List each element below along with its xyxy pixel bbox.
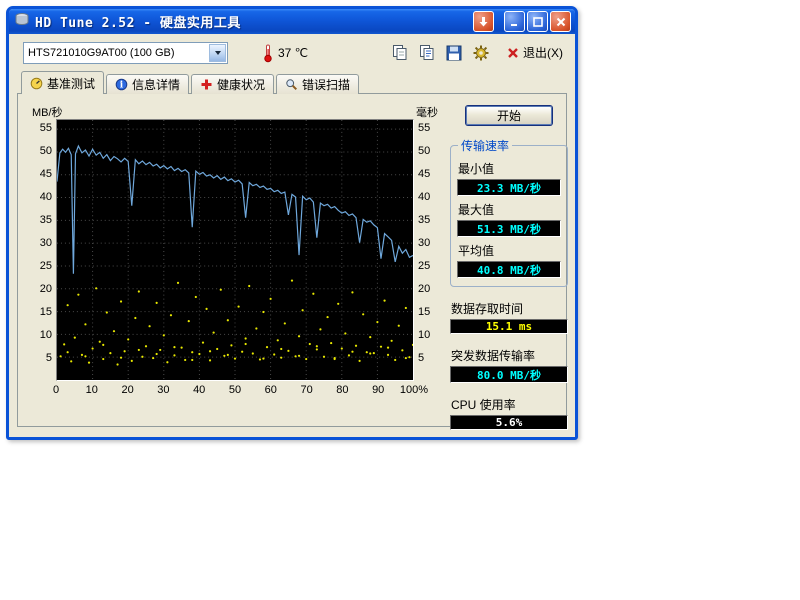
tab-error-scan[interactable]: 错误扫描 [276, 74, 359, 94]
burst-rate-label: 突发数据传输率 [451, 347, 568, 364]
y-right-axis-label: 毫秒 [416, 104, 438, 118]
temperature-value: 37 ℃ [278, 46, 308, 60]
min-label: 最小值 [458, 160, 561, 177]
minimize-icon [510, 17, 520, 27]
tab-info[interactable]: i 信息详情 [106, 74, 189, 94]
avg-label: 平均值 [458, 242, 561, 259]
tab-info-label: 信息详情 [132, 76, 180, 93]
window-title: HD Tune 2.52 - 硬盘实用工具 [35, 12, 471, 31]
close-icon [556, 17, 566, 27]
exit-button[interactable]: 退出(X) [507, 44, 563, 61]
save-screenshot-button[interactable] [442, 41, 466, 65]
maximize-button[interactable] [527, 11, 548, 32]
benchmark-chart: MB/秒 毫秒 510152025303540455055 5101520253… [30, 104, 440, 420]
temperature-indicator: 37 ℃ [262, 43, 308, 63]
gauge-icon [30, 77, 43, 90]
tab-benchmark[interactable]: 基准测试 [21, 71, 104, 94]
chart-plot-area [56, 119, 414, 381]
avg-value-box: 40.8 MB/秒 [457, 261, 561, 278]
drive-select-arrow-button[interactable] [209, 44, 226, 62]
tab-error-scan-label: 错误扫描 [302, 76, 350, 93]
maximize-icon [533, 17, 543, 27]
cpu-usage-value-box: 5.6% [450, 415, 568, 430]
burst-rate-value-box: 80.0 MB/秒 [450, 366, 568, 383]
titlebar[interactable]: HD Tune 2.52 - 硬盘实用工具 [9, 9, 575, 34]
tab-health-label: 健康状况 [217, 76, 265, 93]
access-time-label: 数据存取时间 [451, 300, 568, 317]
x-axis-ticks: 0102030405060708090100% [56, 381, 414, 399]
cpu-usage-value: 5.6% [496, 416, 523, 429]
min-value-box: 23.3 MB/秒 [457, 179, 561, 196]
burst-rate-value: 80.0 MB/秒 [477, 367, 541, 383]
save-icon [445, 44, 463, 62]
max-label: 最大值 [458, 201, 561, 218]
info-icon: i [115, 78, 128, 91]
drive-select[interactable]: HTS721010G9AT00 (100 GB) [23, 42, 228, 64]
cpu-usage-label: CPU 使用率 [451, 396, 568, 413]
options-button[interactable] [469, 41, 493, 65]
transfer-rate-group: 传输速率 最小值 23.3 MB/秒 最大值 51.3 MB/秒 平均值 40.… [450, 137, 568, 287]
copy-text-icon [418, 44, 436, 62]
exit-x-icon [507, 47, 519, 59]
copy-text-button[interactable] [415, 41, 439, 65]
app-icon [14, 11, 30, 32]
magnifier-icon [285, 78, 298, 91]
min-value: 23.3 MB/秒 [477, 180, 541, 196]
close-button[interactable] [550, 11, 571, 32]
tab-benchmark-label: 基准测试 [47, 75, 95, 92]
y-axis-ticks-right: 510152025303540455055 [414, 119, 440, 381]
gear-icon [472, 44, 490, 62]
access-time-value: 15.1 ms [486, 320, 532, 333]
benchmark-tab-page: MB/秒 毫秒 510152025303540455055 5101520253… [17, 93, 567, 427]
drive-select-value: HTS721010G9AT00 (100 GB) [28, 47, 175, 59]
access-time-value-box: 15.1 ms [450, 319, 568, 334]
thermometer-icon [262, 43, 274, 63]
y-axis-ticks-left: 510152025303540455055 [30, 119, 56, 381]
tab-health[interactable]: 健康状况 [191, 74, 274, 94]
app-window: HD Tune 2.52 - 硬盘实用工具 HT [6, 6, 578, 440]
svg-text:i: i [120, 81, 124, 91]
results-panel: 开始 传输速率 最小值 23.3 MB/秒 最大值 51.3 MB/秒 平均值 … [450, 104, 568, 420]
max-value-box: 51.3 MB/秒 [457, 220, 561, 237]
y-left-axis-label: MB/秒 [32, 104, 63, 118]
exit-label: 退出(X) [523, 44, 563, 61]
avg-value: 40.8 MB/秒 [477, 262, 541, 278]
update-check-button[interactable] [473, 11, 494, 32]
toolbar: HTS721010G9AT00 (100 GB) 37 ℃ [9, 34, 575, 71]
start-button[interactable]: 开始 [466, 106, 552, 125]
minimize-button[interactable] [504, 11, 525, 32]
copy-icon [391, 44, 409, 62]
transfer-rate-group-title: 传输速率 [458, 137, 512, 154]
max-value: 51.3 MB/秒 [477, 221, 541, 237]
chevron-down-icon [215, 51, 221, 55]
copy-screenshot-button[interactable] [388, 41, 412, 65]
health-cross-icon [200, 78, 213, 91]
tab-strip: 基准测试 i 信息详情 健康状况 错误扫描 [9, 71, 575, 94]
download-arrow-icon [478, 16, 489, 28]
